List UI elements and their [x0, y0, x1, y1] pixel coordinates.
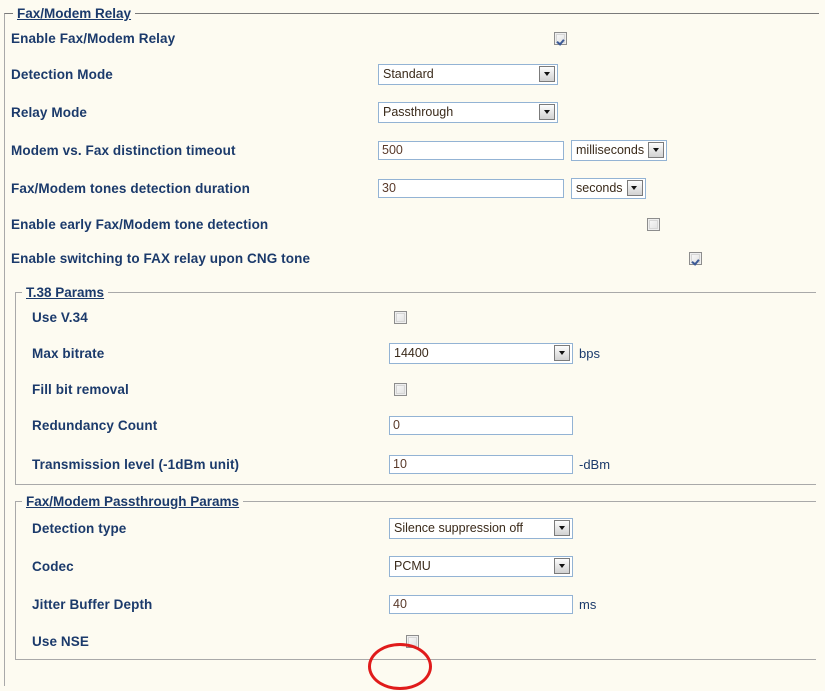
chevron-down-icon[interactable] — [539, 104, 555, 120]
modem-fax-timeout-input[interactable]: 500 — [378, 140, 564, 160]
label-use-nse: Use NSE — [32, 633, 89, 649]
label-modem-fax-distinction-timeout: Modem vs. Fax distinction timeout — [11, 142, 236, 158]
transmission-level-unit-label: -dBm — [579, 456, 611, 472]
tones-detection-duration-unit-select[interactable]: seconds — [571, 177, 646, 199]
cng-switching-checkbox[interactable] — [689, 251, 703, 265]
fill-bit-removal-checkbox[interactable] — [394, 382, 407, 396]
label-detection-mode: Detection Mode — [11, 66, 113, 82]
label-cng-switching: Enable switching to FAX relay upon CNG t… — [11, 250, 311, 266]
row-enable-fax-modem-relay: Enable Fax/Modem Relay — [5, 21, 819, 55]
codec-group: PCMU — [389, 555, 573, 577]
transmission-level-input[interactable]: 10 — [389, 454, 573, 474]
max-bitrate-group: 14400 bps — [389, 342, 600, 364]
detection-mode-value: Standard — [383, 66, 434, 81]
jitter-buffer-depth-unit-label: ms — [579, 596, 597, 612]
row-cng-switching: Enable switching to FAX relay upon CNG t… — [5, 241, 819, 275]
jitter-buffer-depth-input[interactable]: 40 — [389, 594, 573, 614]
row-relay-mode: Relay Mode Passthrough — [5, 93, 819, 131]
label-detection-type: Detection type — [32, 520, 127, 536]
passthrough-params-fieldset: Fax/Modem Passthrough Params Detection t… — [15, 494, 816, 660]
label-relay-mode: Relay Mode — [11, 104, 88, 120]
redundancy-count-input[interactable]: 0 — [389, 415, 573, 435]
row-use-v34: Use V.34 — [16, 300, 816, 334]
modem-fax-timeout-group: 500 milliseconds — [378, 139, 668, 161]
codec-select[interactable]: PCMU — [389, 555, 573, 577]
relay-mode-select[interactable]: Passthrough — [378, 101, 558, 123]
chevron-down-icon[interactable] — [554, 345, 570, 361]
max-bitrate-unit-label: bps — [579, 345, 600, 361]
detection-type-value: Silence suppression off — [394, 520, 524, 535]
fax-modem-relay-fieldset: Fax/Modem Relay Enable Fax/Modem Relay D… — [4, 6, 819, 686]
t38-params-legend: T.38 Params — [26, 285, 105, 300]
use-v34-checkbox[interactable] — [394, 310, 407, 324]
fax-modem-relay-legend: Fax/Modem Relay — [17, 6, 132, 21]
label-enable-fax-modem-relay: Enable Fax/Modem Relay — [11, 30, 176, 46]
row-fill-bit-removal: Fill bit removal — [16, 372, 816, 406]
label-use-v34: Use V.34 — [32, 309, 88, 325]
passthrough-params-legend: Fax/Modem Passthrough Params — [26, 494, 240, 509]
t38-params-fieldset: T.38 Params Use V.34 Max bitrate 14400 b… — [15, 285, 816, 485]
enable-fax-modem-relay-checkbox[interactable] — [554, 31, 568, 45]
row-detection-type: Detection type Silence suppression off — [16, 509, 816, 547]
row-modem-fax-distinction-timeout: Modem vs. Fax distinction timeout 500 mi… — [5, 131, 819, 169]
transmission-level-group: 10 -dBm — [389, 454, 611, 474]
chevron-down-icon[interactable] — [539, 66, 555, 82]
row-jitter-buffer-depth: Jitter Buffer Depth 40 ms — [16, 585, 816, 623]
row-detection-mode: Detection Mode Standard — [5, 55, 819, 93]
chevron-down-icon[interactable] — [626, 180, 643, 196]
early-tone-detection-checkbox[interactable] — [647, 217, 661, 231]
row-tones-detection-duration: Fax/Modem tones detection duration 30 se… — [5, 169, 819, 207]
detection-mode-select[interactable]: Standard — [378, 63, 558, 85]
chevron-down-icon[interactable] — [554, 520, 570, 536]
row-early-tone-detection: Enable early Fax/Modem tone detection — [5, 207, 819, 241]
max-bitrate-value: 14400 — [394, 345, 429, 360]
label-transmission-level: Transmission level (-1dBm unit) — [32, 456, 240, 472]
modem-fax-timeout-unit-value: milliseconds — [576, 142, 645, 157]
label-fill-bit-removal: Fill bit removal — [32, 381, 129, 397]
chevron-down-icon[interactable] — [648, 142, 665, 158]
row-codec: Codec PCMU — [16, 547, 816, 585]
tones-detection-duration-input[interactable]: 30 — [378, 178, 564, 198]
modem-fax-timeout-unit-select[interactable]: milliseconds — [571, 139, 668, 161]
tones-detection-duration-unit-value: seconds — [576, 180, 623, 195]
row-transmission-level: Transmission level (-1dBm unit) 10 -dBm — [16, 444, 816, 484]
detection-type-group: Silence suppression off — [389, 517, 573, 539]
label-tones-detection-duration: Fax/Modem tones detection duration — [11, 180, 250, 196]
detection-type-select[interactable]: Silence suppression off — [389, 517, 573, 539]
row-max-bitrate: Max bitrate 14400 bps — [16, 334, 816, 372]
label-redundancy-count: Redundancy Count — [32, 417, 158, 433]
label-early-tone-detection: Enable early Fax/Modem tone detection — [11, 216, 269, 232]
label-codec: Codec — [32, 558, 74, 574]
label-max-bitrate: Max bitrate — [32, 345, 105, 361]
row-redundancy-count: Redundancy Count 0 — [16, 406, 816, 444]
tones-detection-duration-group: 30 seconds — [378, 177, 646, 199]
row-use-nse: Use NSE — [16, 623, 816, 659]
relay-mode-value: Passthrough — [383, 104, 454, 119]
codec-value: PCMU — [394, 558, 431, 573]
use-nse-checkbox[interactable] — [406, 634, 419, 648]
label-jitter-buffer-depth: Jitter Buffer Depth — [32, 596, 153, 612]
chevron-down-icon[interactable] — [554, 558, 570, 574]
jitter-buffer-depth-group: 40 ms — [389, 594, 597, 614]
max-bitrate-select[interactable]: 14400 — [389, 342, 573, 364]
redundancy-count-group: 0 — [389, 415, 573, 435]
